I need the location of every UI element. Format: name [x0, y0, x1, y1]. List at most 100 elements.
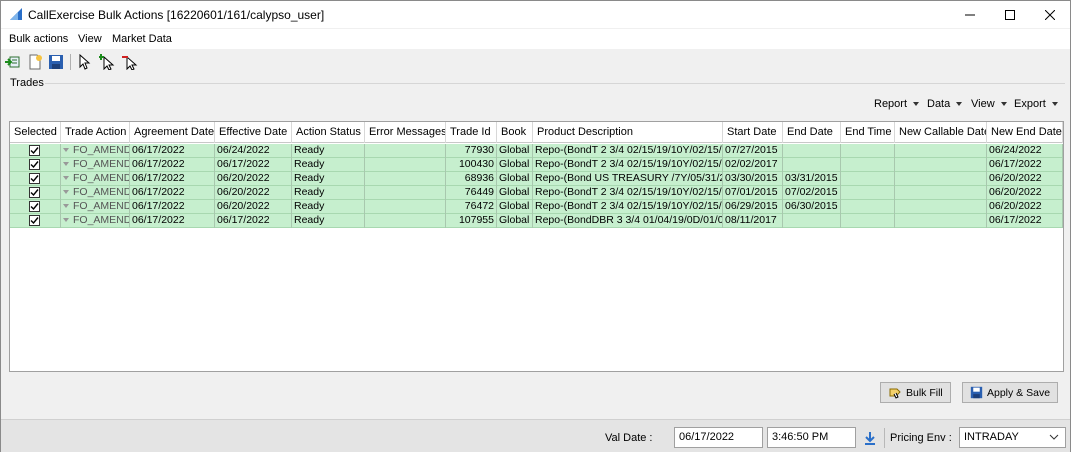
column-header[interactable]: Effective Date	[215, 122, 292, 143]
table-cell[interactable]: 06/17/2022	[130, 158, 215, 172]
table-cell[interactable]	[783, 158, 841, 172]
table-cell[interactable]	[841, 200, 895, 214]
table-cell[interactable]: 76472	[446, 200, 497, 214]
table-cell[interactable]: Ready	[292, 172, 365, 186]
table-cell[interactable]	[895, 144, 987, 158]
selected-checkbox[interactable]	[29, 173, 40, 184]
table-cell[interactable]: 06/17/2022	[130, 200, 215, 214]
table-cell[interactable]: 06/17/2022	[130, 186, 215, 200]
table-cell[interactable]: Repo-(Bond US TREASURY /7Y/05/31/201...	[533, 172, 723, 186]
table-cell[interactable]	[895, 200, 987, 214]
table-cell[interactable]: 06/17/2022	[215, 158, 292, 172]
selected-checkbox[interactable]	[29, 187, 40, 198]
table-cell[interactable]	[365, 158, 446, 172]
selected-checkbox[interactable]	[29, 159, 40, 170]
table-cell[interactable]	[10, 186, 61, 200]
table-cell[interactable]: 06/17/2022	[215, 214, 292, 228]
val-time-field[interactable]: 3:46:50 PM	[767, 427, 856, 448]
table-cell[interactable]: 07/01/2015	[723, 186, 783, 200]
table-cell[interactable]: FO_AMEND	[61, 200, 130, 214]
table-cell[interactable]: Global	[497, 144, 533, 158]
column-header[interactable]: Selected	[10, 122, 61, 143]
download-icon[interactable]	[863, 431, 877, 445]
table-cell[interactable]: Global	[497, 172, 533, 186]
bulk-fill-button[interactable]: Bulk Fill	[880, 382, 951, 403]
table-cell[interactable]	[365, 214, 446, 228]
table-row[interactable]: FO_AMEND 06/17/2022 06/17/2022 Ready 100430 G…	[10, 158, 1063, 172]
table-cell[interactable]: 03/31/2015	[783, 172, 841, 186]
table-cell[interactable]: 06/17/2022	[130, 214, 215, 228]
trades-table[interactable]: Selected Trade Action Agreement Date Effect…	[9, 121, 1064, 372]
table-cell[interactable]	[783, 214, 841, 228]
table-cell[interactable]	[365, 144, 446, 158]
menu-market-data[interactable]: Market Data	[112, 33, 172, 45]
table-cell[interactable]: 06/17/2022	[130, 172, 215, 186]
table-row[interactable]: FO_AMEND 06/17/2022 06/20/2022 Ready 76449 Gl…	[10, 186, 1063, 200]
table-cell[interactable]: Repo-(BondT 2 3/4 02/15/19/10Y/02/15/...	[533, 200, 723, 214]
table-cell[interactable]: 06/20/2022	[215, 172, 292, 186]
table-row[interactable]: FO_AMEND 06/17/2022 06/20/2022 Ready 68936 Gl…	[10, 172, 1063, 186]
table-cell[interactable]: Ready	[292, 214, 365, 228]
selected-checkbox[interactable]	[29, 201, 40, 212]
column-header[interactable]: Start Date	[723, 122, 783, 143]
column-header[interactable]: End Date	[783, 122, 841, 143]
table-cell[interactable]: 07/27/2015	[723, 144, 783, 158]
pointer-remove-icon[interactable]	[122, 54, 138, 70]
table-cell[interactable]	[365, 186, 446, 200]
new-doc-icon[interactable]	[27, 54, 43, 70]
menu-view[interactable]: View	[78, 33, 102, 45]
table-cell[interactable]	[10, 144, 61, 158]
val-date-field[interactable]: 06/17/2022	[674, 427, 763, 448]
column-header[interactable]: Product Description	[533, 122, 723, 143]
table-cell[interactable]: 08/11/2017	[723, 214, 783, 228]
table-cell[interactable]: Ready	[292, 144, 365, 158]
table-cell[interactable]: Global	[497, 214, 533, 228]
table-cell[interactable]: Global	[497, 158, 533, 172]
column-header[interactable]: New Callable Date	[895, 122, 987, 143]
table-cell[interactable]: 03/30/2015	[723, 172, 783, 186]
table-cell[interactable]	[10, 172, 61, 186]
table-cell[interactable]: 100430	[446, 158, 497, 172]
pointer-add-icon[interactable]	[99, 54, 115, 70]
table-cell[interactable]: Ready	[292, 186, 365, 200]
close-button[interactable]	[1027, 1, 1071, 28]
table-cell[interactable]: Ready	[292, 200, 365, 214]
table-cell[interactable]: 68936	[446, 172, 497, 186]
table-cell[interactable]: 06/20/2022	[215, 200, 292, 214]
table-cell[interactable]	[10, 158, 61, 172]
view-menu[interactable]: View	[971, 98, 1007, 110]
table-cell[interactable]: Repo-(BondT 2 3/4 02/15/19/10Y/02/15/...	[533, 144, 723, 158]
table-cell[interactable]: 06/17/2022	[987, 158, 1063, 172]
report-menu[interactable]: Report	[874, 98, 920, 110]
table-row[interactable]: FO_AMEND 06/17/2022 06/17/2022 Ready 107955 G…	[10, 214, 1063, 228]
column-header[interactable]: Book	[497, 122, 533, 143]
apply-save-button[interactable]: Apply & Save	[962, 382, 1059, 403]
table-cell[interactable]	[895, 172, 987, 186]
table-cell[interactable]	[10, 214, 61, 228]
table-cell[interactable]: 107955	[446, 214, 497, 228]
table-row[interactable]: FO_AMEND 06/17/2022 06/20/2022 Ready 76472 Gl…	[10, 200, 1063, 214]
table-cell[interactable]: 06/24/2022	[987, 144, 1063, 158]
table-cell[interactable]	[365, 172, 446, 186]
table-cell[interactable]: Ready	[292, 158, 365, 172]
table-cell[interactable]	[841, 158, 895, 172]
table-cell[interactable]: 06/17/2022	[987, 214, 1063, 228]
table-cell[interactable]: FO_AMEND	[61, 158, 130, 172]
table-cell[interactable]	[841, 172, 895, 186]
column-header[interactable]: Agreement Date	[130, 122, 215, 143]
table-row[interactable]: FO_AMEND 06/17/2022 06/24/2022 Ready 77930 Gl…	[10, 144, 1063, 158]
table-cell[interactable]	[841, 214, 895, 228]
table-cell[interactable]: 06/20/2022	[987, 186, 1063, 200]
table-cell[interactable]: Global	[497, 186, 533, 200]
table-cell[interactable]: FO_AMEND	[61, 186, 130, 200]
column-header[interactable]: Trade Action	[61, 122, 130, 143]
column-header[interactable]: End Time	[841, 122, 895, 143]
table-cell[interactable]	[841, 186, 895, 200]
pointer-icon[interactable]	[77, 54, 93, 70]
table-cell[interactable]: Repo-(BondT 2 3/4 02/15/19/10Y/02/15/...	[533, 158, 723, 172]
table-cell[interactable]: Repo-(BondT 2 3/4 02/15/19/10Y/02/15/...	[533, 186, 723, 200]
table-cell[interactable]: 07/02/2015	[783, 186, 841, 200]
table-cell[interactable]: 06/30/2015	[783, 200, 841, 214]
column-header[interactable]: New End Date	[987, 122, 1063, 143]
table-cell[interactable]: 76449	[446, 186, 497, 200]
